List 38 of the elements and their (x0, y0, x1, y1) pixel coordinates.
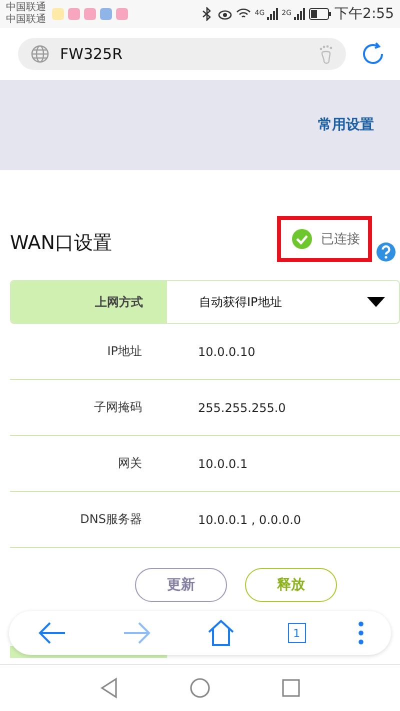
action-button[interactable]: 更新 (135, 568, 227, 602)
signal-icon (292, 8, 305, 20)
common-settings-link[interactable]: 常用设置 (318, 116, 374, 134)
app-notification-icon (116, 8, 128, 20)
form-value: 10.0.0.10 (197, 344, 256, 358)
globe-icon (30, 44, 50, 64)
clock-time: 下午2:55 (334, 5, 394, 23)
form-value: 10.0.0.1 (197, 456, 248, 470)
app-notification-icon (68, 8, 80, 20)
back-triangle-icon[interactable] (99, 677, 119, 699)
home-circle-icon[interactable] (189, 677, 211, 699)
tab-count-button[interactable]: 1 (288, 623, 306, 643)
form-label: 网关 (117, 455, 143, 472)
battery-icon (308, 8, 331, 20)
form-label: DNS服务器 (79, 511, 143, 528)
connection-type-dropdown[interactable]: 自动获得IP地址 (167, 281, 399, 323)
eye-icon (218, 8, 232, 20)
app-notification-icon (84, 8, 96, 20)
form-label: 上网方式 (11, 281, 167, 323)
carrier-name: 中国联通 (6, 2, 46, 14)
form-label: IP地址 (106, 343, 143, 360)
recent-apps-icon[interactable] (281, 678, 301, 698)
address-field[interactable]: FW325R (18, 38, 346, 70)
reload-icon[interactable] (360, 41, 386, 67)
form-label: 子网掩码 (93, 399, 143, 416)
carrier-name: 中国联通 (6, 14, 46, 26)
wifi-icon (236, 8, 251, 20)
signal-icon (266, 8, 278, 20)
form-value: 255.255.255.0 (197, 400, 286, 414)
more-menu-icon[interactable] (357, 620, 366, 646)
dropdown-arrow-icon (367, 297, 385, 307)
home-icon[interactable] (206, 618, 236, 648)
app-notification-icon (52, 8, 64, 20)
help-icon[interactable] (376, 242, 396, 262)
section-title: WAN口设置 (10, 231, 113, 256)
app-notification-icon (100, 8, 112, 20)
connection-status: 已连接 (321, 231, 360, 248)
form-value: 10.0.0.1 , 0.0.0.0 (197, 512, 302, 526)
